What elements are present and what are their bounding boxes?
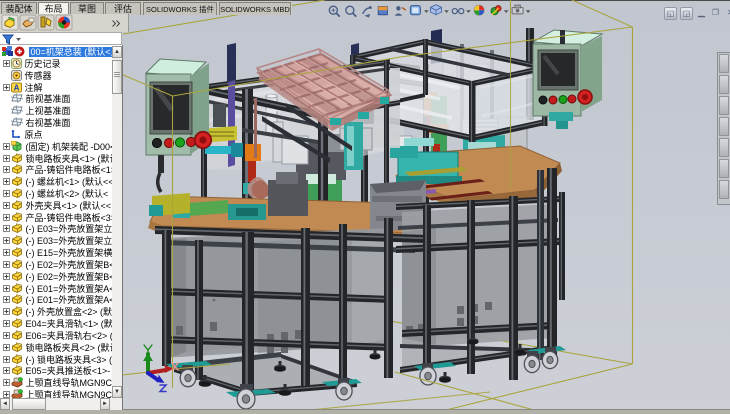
svg-text:A: A [14,83,20,92]
